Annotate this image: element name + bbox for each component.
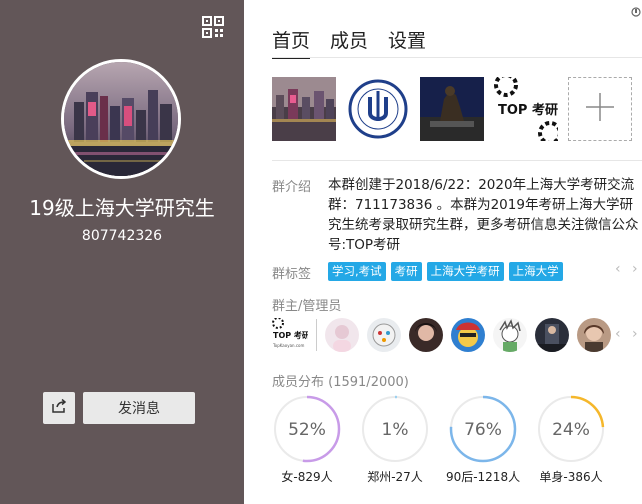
ring-percent: 76% [464,420,502,440]
admin-avatar[interactable] [577,318,611,352]
owner-logo-caption: TopKaoyan.com [272,343,304,348]
distribution-item[interactable]: 52% 女-829人 [272,394,342,485]
tags-prev-arrow[interactable]: ‹ [615,261,621,277]
section-divider [272,160,642,161]
admins-label: 群主/管理员 [272,299,342,314]
tab-settings[interactable]: 设置 [388,26,426,59]
photo-strip: TOP 考研 [272,77,632,141]
admins-next-arrow[interactable]: › [632,326,638,342]
group-avatar[interactable] [61,59,181,179]
left-panel: 19级上海大学研究生 807742326 发消息 [0,0,244,504]
ring-percent: 1% [382,420,409,440]
ring-chart-single[interactable]: 24% [536,394,606,464]
corner-icon[interactable] [630,6,642,18]
distribution-title: 成员分布 [272,375,325,390]
tab-bar: 首页 成员 设置 [272,26,426,59]
add-photo-button[interactable] [568,77,632,141]
distribution-item[interactable]: 76% 90后-1218人 [445,394,521,485]
ring-chart-age[interactable]: 76% [448,394,518,464]
tag-item[interactable]: 上海大学 [508,262,563,281]
tags-next-arrow[interactable]: › [632,261,638,277]
ring-label: 单身-386人 [539,470,603,484]
admin-avatar[interactable] [409,318,443,352]
admin-avatar[interactable] [493,318,527,352]
tag-item[interactable]: 考研 [390,262,422,281]
tag-list: 学习,考试 考研 上海大学考研 上海大学 [328,262,563,281]
tag-item[interactable]: 上海大学考研 [426,262,504,281]
admin-avatar[interactable] [451,318,485,352]
ring-chart-region[interactable]: 1% [360,394,430,464]
intro-label: 群介绍 [272,180,312,195]
distribution-rings: 52% 女-829人 1% 郑州-27人 76% 90后-1218人 24% 单… [272,394,606,485]
share-button[interactable] [43,392,75,424]
share-icon [51,398,67,418]
top-kaoyan-logo-text: TOP 考研 [498,102,558,118]
admin-avatar[interactable] [535,318,569,352]
tab-home[interactable]: 首页 [272,26,311,59]
send-message-button[interactable]: 发消息 [83,392,195,424]
ring-percent: 24% [552,420,590,440]
album-photo[interactable] [420,77,484,141]
ring-percent: 52% [288,420,326,440]
plus-icon [584,91,616,127]
tag-item[interactable]: 学习,考试 [328,262,386,281]
owner-avatar[interactable]: TOP 考研 TopKaoyan.com [272,318,308,352]
album-photo[interactable] [346,77,410,141]
group-id: 807742326 [81,228,163,244]
admin-avatar[interactable] [367,318,401,352]
ring-label: 女-829人 [281,470,333,484]
tabs-divider [272,57,642,58]
distribution-label: 成员分布 (1591/2000) [272,371,409,390]
admins-prev-arrow[interactable]: ‹ [615,326,621,342]
album-photo-top-kaoyan[interactable]: TOP 考研 [494,77,558,141]
owner-logo-text: TOP 考研 [273,330,308,340]
distribution-item[interactable]: 24% 单身-386人 [536,394,606,485]
distribution-item[interactable]: 1% 郑州-27人 [360,394,430,485]
qr-code-icon[interactable] [202,16,224,38]
ring-label: 90后-1218人 [445,470,521,484]
ring-chart-gender[interactable]: 52% [272,394,342,464]
album-photo[interactable] [272,77,336,141]
ring-label: 郑州-27人 [367,470,423,484]
group-name: 19级上海大学研究生 [29,196,215,220]
admin-avatar[interactable] [325,318,359,352]
admin-list: TOP 考研 TopKaoyan.com [272,318,619,352]
member-count: (1591/2000) [328,375,409,390]
intro-text: 本群创建于2018/6/22：2020年上海大学考研交流群：711173836 … [328,177,639,253]
tab-members[interactable]: 成员 [330,26,368,59]
tags-label: 群标签 [272,267,312,282]
owner-separator [316,319,317,351]
